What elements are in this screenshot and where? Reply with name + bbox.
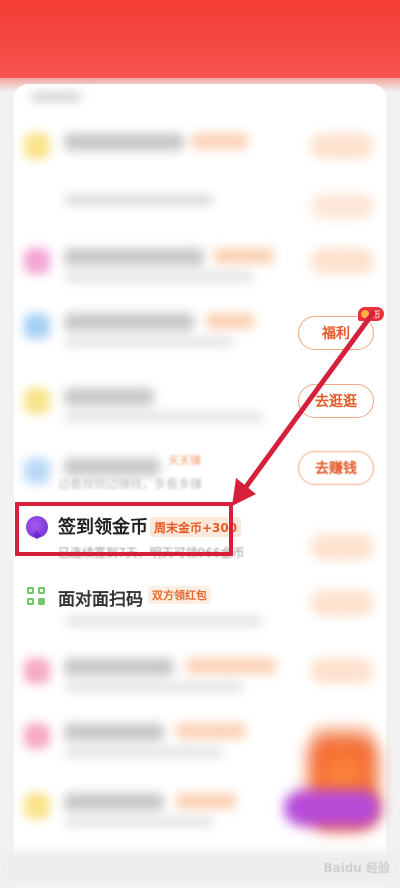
watermark: Baidu 经验	[323, 861, 390, 875]
annotation-arrow	[232, 310, 376, 506]
